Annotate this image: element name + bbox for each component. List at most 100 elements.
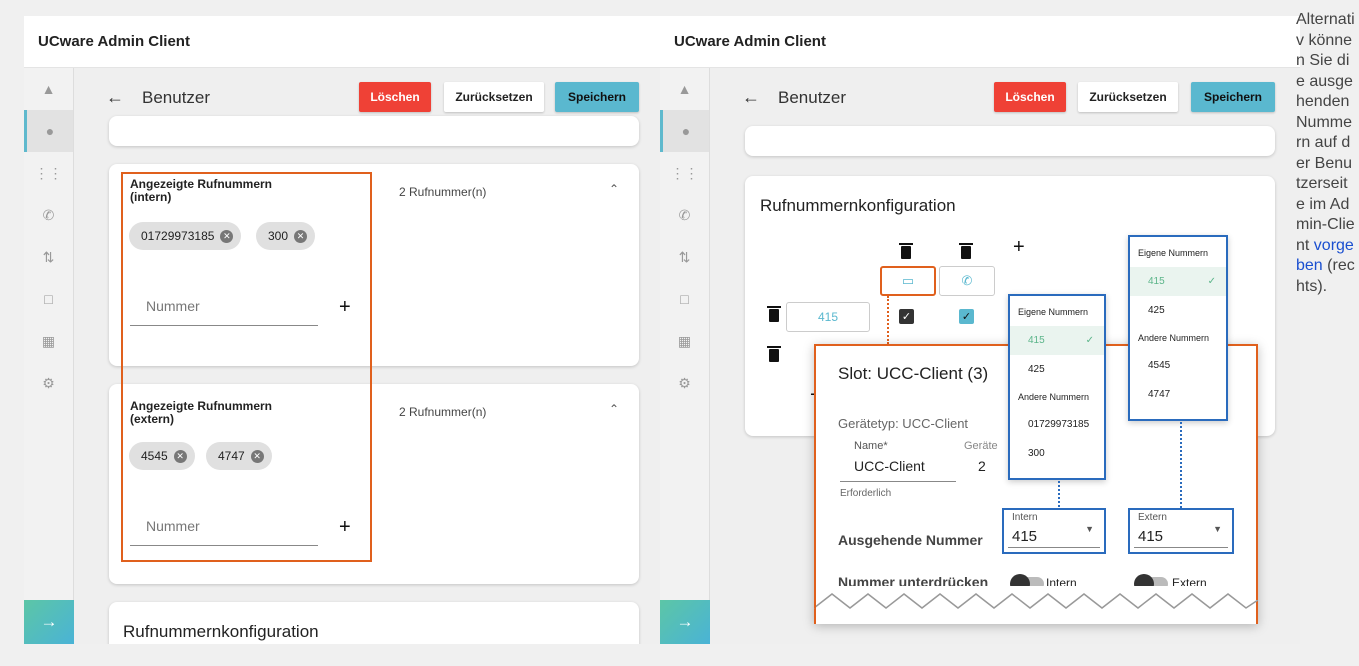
dialpad-icon[interactable]: ⋮⋮ (24, 152, 73, 194)
select-underline (1134, 547, 1228, 548)
swap-icon[interactable]: ⇅ (660, 236, 709, 278)
card-title: Rufnummernkonfiguration (760, 196, 956, 215)
reset-button[interactable]: Zurücksetzen (444, 82, 544, 112)
option-label: 425 (1028, 364, 1045, 375)
device-field[interactable]: 2 (978, 458, 986, 474)
page-header: ← Benutzer (742, 87, 846, 108)
intern-select[interactable]: Intern 415 ▼ (1002, 508, 1106, 554)
phone-icon[interactable]: ✆ (939, 266, 995, 296)
number-field[interactable]: 415 (786, 302, 870, 332)
option-label: 4747 (1148, 389, 1171, 400)
app-title: UCware Admin Client (674, 33, 826, 50)
dropdown-header: Andere Nummern (1018, 392, 1090, 402)
intern-dropdown: Eigene Nummern 415 ✓ 425 Andere Nummern 0… (1008, 294, 1106, 480)
dropdown-option[interactable]: 425 (1010, 355, 1104, 384)
dropdown-option[interactable]: 4545 (1130, 351, 1226, 380)
reset-button[interactable]: Zurücksetzen (1078, 82, 1178, 112)
name-field[interactable]: UCC-Client (854, 458, 925, 474)
option-label: 425 (1148, 305, 1165, 316)
back-arrow-icon[interactable]: ← (742, 87, 760, 108)
screenshot-left: UCware Admin Client ▲ ● ⋮⋮ ✆ ⇅ □ ▦ ⚙ → ←… (24, 16, 664, 644)
trash-icon[interactable] (959, 243, 973, 259)
select-value: 415 (1138, 528, 1164, 545)
back-arrow-icon[interactable]: ← (106, 87, 124, 108)
gear-icon[interactable]: ⚙ (660, 362, 709, 404)
dialog-title: Slot: UCC-Client (3) (838, 364, 989, 383)
option-label: 415 (1148, 276, 1165, 287)
select-label: Intern (1012, 512, 1038, 523)
cast-icon[interactable]: □ (24, 278, 73, 320)
delete-button[interactable]: Löschen (994, 82, 1066, 112)
home-icon[interactable]: ▲ (24, 68, 73, 110)
trash-icon[interactable] (899, 243, 913, 259)
option-label: 4545 (1148, 360, 1171, 371)
expand-arrow-icon[interactable]: → (24, 600, 74, 644)
dropdown-option[interactable]: 300 (1010, 439, 1104, 468)
computer-icon[interactable]: ▭ (880, 266, 936, 296)
dropdown-header: Andere Nummern (1138, 333, 1210, 343)
card-title: Rufnummernkonfiguration (123, 622, 319, 641)
delete-button[interactable]: Löschen (359, 82, 431, 112)
cast-icon[interactable]: □ (660, 278, 709, 320)
check-icon: ✓ (1085, 335, 1094, 346)
checkbox[interactable]: ✓ (959, 309, 974, 324)
save-button[interactable]: Speichern (1191, 82, 1275, 112)
swap-icon[interactable]: ⇅ (24, 236, 73, 278)
extern-dropdown: Eigene Nummern 415 ✓ 425 Andere Nummern 4… (1128, 235, 1228, 421)
device-label: Geräte (964, 440, 998, 452)
connector-line (1180, 422, 1182, 508)
page-title: Benutzer (142, 88, 211, 107)
nav-rail: ▲ ● ⋮⋮ ✆ ⇅ □ ▦ ⚙ → (24, 68, 74, 644)
save-button[interactable]: Speichern (555, 82, 639, 112)
dropdown-header: Eigene Nummern (1138, 248, 1209, 258)
home-icon[interactable]: ▲ (660, 68, 709, 110)
page-header: ← Benutzer (106, 87, 211, 108)
card-number-config: Rufnummernkonfiguration (109, 602, 639, 644)
outgoing-label: Ausgehende Nummer (838, 532, 983, 548)
chevron-up-icon[interactable]: ⌃ (609, 182, 619, 196)
dropdown-option[interactable]: 01729973185 (1010, 410, 1104, 439)
app-bar: UCware Admin Client (24, 16, 664, 68)
number-count: 2 Rufnummer(n) (399, 185, 487, 199)
check-icon: ✓ (1207, 276, 1216, 287)
connector-line (887, 296, 889, 344)
caret-down-icon: ▼ (1213, 524, 1222, 534)
trash-icon[interactable] (767, 306, 781, 322)
gear-icon[interactable]: ⚙ (24, 362, 73, 404)
device-icon[interactable]: ▦ (24, 320, 73, 362)
select-label: Extern (1138, 512, 1167, 523)
card-collapsed (745, 126, 1275, 156)
chevron-up-icon[interactable]: ⌃ (609, 402, 619, 416)
extern-select[interactable]: Extern 415 ▼ (1128, 508, 1234, 554)
card-collapsed (109, 116, 639, 146)
dropdown-option[interactable]: 425 (1130, 296, 1226, 325)
app-title: UCware Admin Client (38, 33, 190, 50)
name-label: Name* (854, 440, 888, 452)
user-icon[interactable]: ● (24, 110, 73, 152)
expand-arrow-icon[interactable]: → (660, 600, 710, 644)
dropdown-option[interactable]: 415 ✓ (1130, 267, 1226, 296)
option-label: 300 (1028, 448, 1045, 459)
torn-edge (814, 586, 1258, 609)
dropdown-option[interactable]: 4747 (1130, 380, 1226, 409)
trash-icon[interactable] (767, 346, 781, 362)
connector-line (1058, 481, 1060, 507)
user-icon[interactable]: ● (660, 110, 709, 152)
app-bar: UCware Admin Client (660, 16, 1300, 68)
device-type: Gerätetyp: UCC-Client (838, 416, 969, 431)
dropdown-option[interactable]: 415 ✓ (1010, 326, 1104, 355)
note-text: Alternativ können Sie die ausgehenden Nu… (1296, 11, 1355, 254)
highlight-frame (121, 172, 372, 562)
phone-forward-icon[interactable]: ✆ (660, 194, 709, 236)
required-hint: Erforderlich (840, 488, 892, 499)
phone-forward-icon[interactable]: ✆ (24, 194, 73, 236)
option-label: 01729973185 (1028, 419, 1090, 430)
checkbox[interactable]: ✓ (899, 309, 914, 324)
side-note: Alternativ können Sie die ausgehenden Nu… (1296, 10, 1356, 297)
device-icon[interactable]: ▦ (660, 320, 709, 362)
dialpad-icon[interactable]: ⋮⋮ (660, 152, 709, 194)
option-label: 415 (1028, 335, 1045, 346)
caret-down-icon: ▼ (1085, 524, 1094, 534)
dropdown-header: Eigene Nummern (1018, 307, 1089, 317)
add-icon[interactable]: + (1013, 236, 1025, 259)
